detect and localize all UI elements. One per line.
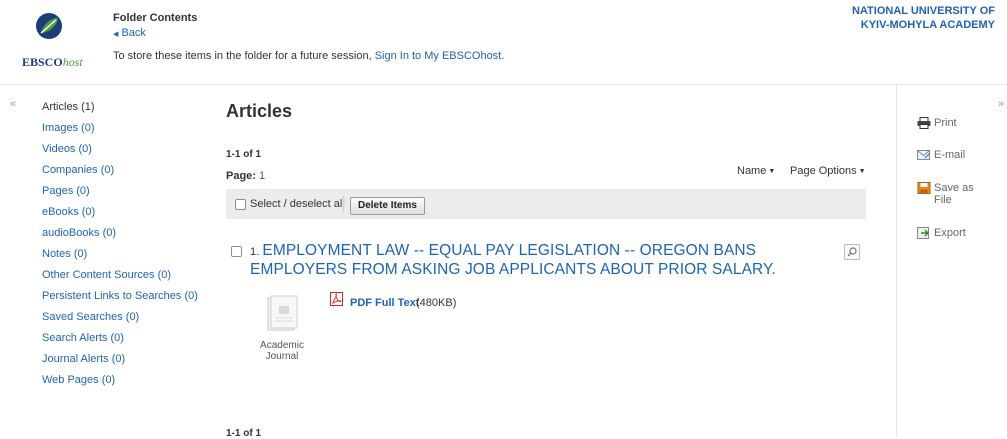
publication-type-label: Academic Journal (260, 340, 304, 362)
ebsco-logo[interactable]: EBSCOhost (22, 12, 92, 69)
export-icon (917, 227, 930, 239)
sidebar-item-saved-searches[interactable]: Saved Searches (0) (42, 307, 202, 328)
result-index: 1. (250, 246, 260, 258)
results-count-bottom: 1-1 of 1 (226, 428, 262, 439)
results-count: 1-1 of 1 (226, 149, 262, 160)
sidebar-item-persistent-links[interactable]: Persistent Links to Searches (0) (42, 286, 202, 307)
back-caret-icon: ◀ (113, 31, 119, 38)
pdf-file-size: (480KB) (416, 297, 457, 309)
sidebar-item-other-content-sources[interactable]: Other Content Sources (0) (42, 265, 202, 286)
sidebar-item-videos[interactable]: Videos (0) (42, 139, 202, 160)
collapse-left-icon[interactable]: « (10, 98, 16, 110)
result-title: 1. EMPLOYMENT LAW -- EQUAL PAY LEGISLATIO… (250, 242, 810, 279)
caret-down-icon: ▼ (858, 167, 866, 175)
header: EBSCOhost Folder Contents ◀ Back To stor… (0, 0, 1007, 85)
sort-dropdown[interactable]: Name ▼ (737, 165, 775, 177)
sidebar-item-web-pages[interactable]: Web Pages (0) (42, 370, 202, 391)
results-toolbar: Select / deselect all Delete Items (226, 189, 866, 219)
section-title: Articles (226, 101, 293, 121)
sign-in-link[interactable]: Sign In to My EBSCOhost (375, 50, 502, 62)
sidebar-item-companies[interactable]: Companies (0) (42, 160, 202, 181)
page-number[interactable]: 1 (259, 170, 265, 182)
sidebar-item-notes[interactable]: Notes (0) (42, 244, 202, 265)
ebsco-leaf-icon (36, 13, 62, 39)
pagination: Page: 1 (226, 170, 266, 182)
sidebar-item-search-alerts[interactable]: Search Alerts (0) (42, 328, 202, 349)
caret-down-icon: ▼ (768, 167, 776, 175)
sidebar-item-ebooks[interactable]: eBooks (0) (42, 202, 202, 223)
sidebar-item-audiobooks[interactable]: audioBooks (0) (42, 223, 202, 244)
printer-icon (917, 117, 931, 129)
toolbar-divider (343, 196, 344, 212)
select-all-checkbox[interactable] (235, 199, 246, 210)
preview-magnifier-icon[interactable] (844, 244, 860, 260)
ebsco-wordmark: EBSCOhost (22, 55, 83, 69)
page-title: Folder Contents (113, 12, 198, 24)
pdf-full-text-link[interactable]: PDF Full Text (350, 297, 419, 309)
tools-panel: Print E-mail Save as File Export (896, 84, 997, 437)
result-title-link[interactable]: EMPLOYMENT LAW -- EQUAL PAY LEGISLATION … (250, 242, 776, 278)
email-icon (917, 150, 931, 160)
back-label: Back (121, 27, 146, 39)
back-link[interactable]: ◀ Back (113, 27, 146, 39)
save-disk-icon (917, 182, 931, 194)
institution-name: NATIONAL UNIVERSITY OF KYIV-MOHYLA ACADE… (851, 5, 995, 31)
academic-journal-icon (267, 295, 298, 331)
collapse-right-icon[interactable]: » (998, 98, 1004, 110)
sidebar-item-images[interactable]: Images (0) (42, 118, 202, 139)
sidebar-item-articles[interactable]: Articles (1) (42, 97, 202, 118)
result-checkbox[interactable] (231, 246, 242, 257)
sidebar-item-pages[interactable]: Pages (0) (42, 181, 202, 202)
sidebar-item-journal-alerts[interactable]: Journal Alerts (0) (42, 349, 202, 370)
folder-sidebar: Articles (1) Images (0) Videos (0) Compa… (42, 97, 202, 391)
pdf-icon[interactable] (330, 292, 343, 306)
select-all-label[interactable]: Select / deselect all (250, 198, 345, 210)
save-as-file-label: Save as File (934, 182, 974, 206)
delete-items-button[interactable]: Delete Items (350, 197, 425, 215)
store-items-message: To store these items in the folder for a… (113, 50, 505, 62)
page-options-dropdown[interactable]: Page Options ▼ (790, 165, 866, 177)
